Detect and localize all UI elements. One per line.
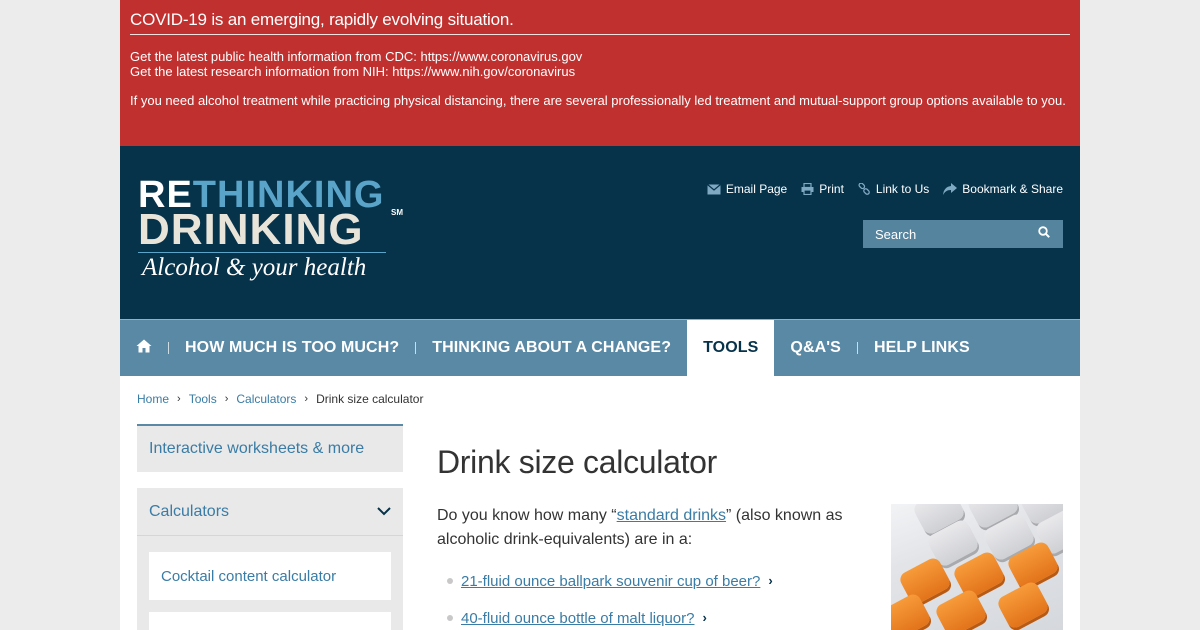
alert-nih-line[interactable]: Get the latest research information from… — [130, 64, 1070, 79]
home-icon — [136, 339, 152, 358]
drink-question-list: 21-fluid ounce ballpark souvenir cup of … — [437, 570, 773, 630]
intro-paragraph: Do you know how many “standard drinks” (… — [437, 504, 857, 552]
nav-item-how-much[interactable]: HOW MUCH IS TOO MUCH? — [169, 320, 415, 376]
alert-treatment-line[interactable]: If you need alcohol treatment while prac… — [130, 94, 1070, 108]
calculator-key — [933, 587, 989, 630]
search-icon — [1038, 225, 1050, 243]
link-to-us-link[interactable]: Link to Us — [858, 182, 929, 196]
envelope-icon — [706, 183, 721, 195]
breadcrumb: Home › Tools › Calculators › Drink size … — [137, 392, 423, 406]
email-page-label: Email Page — [725, 182, 788, 196]
email-page-link[interactable]: Email Page — [706, 182, 788, 196]
share-arrow-icon — [943, 183, 958, 195]
calculator-keypad-image — [891, 504, 1063, 630]
alert-cdc-line[interactable]: Get the latest public health information… — [130, 49, 1070, 64]
breadcrumb-home[interactable]: Home — [137, 392, 169, 406]
breadcrumb-tools[interactable]: Tools — [189, 392, 217, 406]
chevron-right-icon: › — [224, 393, 229, 405]
chevron-right-icon: › — [768, 573, 773, 588]
chain-link-icon — [858, 182, 871, 196]
search-box — [863, 220, 1063, 248]
main-nav: HOW MUCH IS TOO MUCH? THINKING ABOUT A C… — [120, 319, 1080, 376]
sidebar-item-calculators[interactable]: Calculators — [137, 488, 403, 536]
bookmark-share-link[interactable]: Bookmark & Share — [943, 182, 1063, 196]
site-header: RETHINKING DRINKING SM Alcohol & your he… — [120, 146, 1080, 319]
list-item: 40-fluid ounce bottle of malt liquor? › — [437, 607, 773, 630]
breadcrumb-calculators[interactable]: Calculators — [236, 392, 296, 406]
alert-title: COVID-19 is an emerging, rapidly evolvin… — [130, 9, 1070, 35]
nav-item-help-links[interactable]: HELP LINKS — [858, 320, 986, 376]
page-title: Drink size calculator — [437, 444, 718, 480]
bullet-icon — [447, 615, 453, 621]
sidebar-subitem-next[interactable] — [149, 612, 391, 630]
chevron-right-icon: › — [177, 393, 181, 405]
search-input[interactable] — [863, 226, 1028, 242]
logo-tagline: Alcohol & your health — [138, 252, 386, 283]
bullet-icon — [447, 578, 453, 584]
chevron-right-icon: › — [702, 610, 707, 625]
nav-home-button[interactable] — [120, 320, 168, 376]
chevron-right-icon: › — [304, 393, 309, 405]
link-to-us-label: Link to Us — [875, 182, 930, 196]
sidebar-item-worksheets[interactable]: Interactive worksheets & more — [137, 424, 403, 472]
nav-item-tools[interactable]: TOOLS — [687, 320, 775, 376]
calculator-key — [995, 579, 1051, 630]
list-item: 21-fluid ounce ballpark souvenir cup of … — [437, 570, 773, 607]
sidebar-group-calculators: Calculators Cocktail content calculator — [137, 488, 403, 630]
intro-text-before: Do you know how many “ — [437, 507, 617, 524]
printer-icon — [801, 183, 814, 195]
bookmark-share-label: Bookmark & Share — [962, 182, 1063, 196]
question-link-ballpark-cup[interactable]: 21-fluid ounce ballpark souvenir cup of … — [461, 573, 760, 590]
nav-item-qas[interactable]: Q&A'S — [774, 320, 857, 376]
page: COVID-19 is an emerging, rapidly evolvin… — [120, 0, 1080, 630]
nav-item-thinking-change[interactable]: THINKING ABOUT A CHANGE? — [416, 320, 687, 376]
utility-links: Email Page Print Link to Us Bookmark & S… — [706, 182, 1063, 196]
standard-drinks-link[interactable]: standard drinks — [617, 507, 726, 524]
print-label: Print — [819, 182, 844, 196]
logo-drinking: DRINKING — [138, 205, 364, 254]
logo-service-mark: SM — [391, 208, 403, 217]
site-logo[interactable]: RETHINKING DRINKING SM Alcohol & your he… — [138, 176, 408, 288]
breadcrumb-current: Drink size calculator — [316, 392, 424, 406]
covid-alert-banner: COVID-19 is an emerging, rapidly evolvin… — [120, 0, 1080, 146]
chevron-down-icon — [377, 503, 391, 521]
search-button[interactable] — [1028, 220, 1060, 248]
sidebar-subitem-cocktail[interactable]: Cocktail content calculator — [149, 552, 391, 600]
question-link-malt-liquor[interactable]: 40-fluid ounce bottle of malt liquor? — [461, 610, 694, 627]
sidebar-item-calculators-label: Calculators — [149, 502, 230, 520]
print-link[interactable]: Print — [801, 182, 844, 196]
